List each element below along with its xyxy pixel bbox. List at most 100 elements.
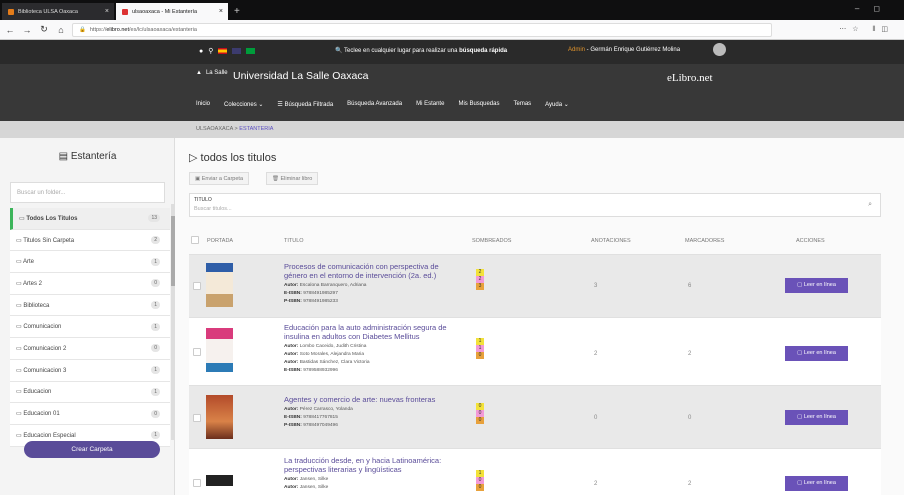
folder-item[interactable]: ▭ Comunicacion 2 0: [10, 338, 170, 360]
book-meta: Autor: Lombo Caceido, Judith Cristina Au…: [284, 343, 370, 375]
read-online-button[interactable]: ▢ Leer en línea: [785, 278, 848, 293]
hl-yellow: 2: [476, 269, 484, 276]
folder-item[interactable]: ▭ Comunicacion 1: [10, 316, 170, 339]
book-cover-image[interactable]: [206, 462, 233, 495]
title-filter[interactable]: TITULO Buscar titulos... ⌕: [189, 193, 881, 217]
book-meta: Autor: Pérez Carrasco, Yolanda E-ISBN: 9…: [284, 406, 353, 430]
menu-colecciones[interactable]: Colecciones ⌄: [224, 101, 263, 108]
folder-item[interactable]: ▭ Educacion 1: [10, 381, 170, 404]
quick-search-hint[interactable]: 🔍 Teclee en cualquier lugar para realiza…: [335, 47, 507, 54]
back-icon[interactable]: ←: [3, 25, 17, 35]
row-checkbox[interactable]: [193, 348, 201, 356]
book-meta: Autor: Jansen, Silke Autor: Jansen, Silk…: [284, 476, 328, 492]
read-online-button[interactable]: ▢ Leer en línea: [785, 410, 848, 425]
book-title[interactable]: Procesos de comunicación con perspectiva…: [284, 262, 464, 280]
book-title[interactable]: Agentes y comercio de arte: nuevas front…: [284, 395, 464, 404]
row-checkbox[interactable]: [193, 479, 201, 487]
row-checkbox[interactable]: [193, 414, 201, 422]
close-tab-icon[interactable]: ×: [105, 8, 109, 15]
flag-br-icon[interactable]: [246, 48, 256, 54]
folder-label-text: Todos Los Titulos: [26, 215, 78, 222]
book-author: Bastidas Sánchez, Clara Victoria: [299, 360, 370, 365]
header-icons: ● ⚲: [199, 47, 256, 55]
admin-user[interactable]: Admin - Germán Enrique Gutiérrez Molina: [568, 47, 680, 53]
send-icon: ▣: [195, 176, 202, 182]
filter-input[interactable]: Buscar titulos...: [194, 206, 232, 212]
lock-icon: 🔒: [79, 27, 86, 33]
highlight-counts: 2 2 3: [476, 269, 484, 290]
bookmarks-count: 6: [688, 283, 692, 289]
col-anotaciones: ANOTACIONES: [591, 238, 631, 244]
folder-label-text: Titulos Sin Carpeta: [23, 237, 75, 244]
read-online-button[interactable]: ▢ Leer en línea: [785, 476, 848, 491]
col-acciones: ACCIONES: [796, 238, 825, 244]
folder-item[interactable]: ▭ Titulos Sin Carpeta 2: [10, 229, 170, 252]
read-label: Leer en línea: [803, 350, 836, 356]
brand-logo[interactable]: eLibro.net: [667, 72, 713, 84]
menu-mis-busquedas[interactable]: Mis Busquedas: [458, 101, 499, 108]
url-bar[interactable]: 🔒 https://elibro.net/es/lc/ulsaoaxaca/es…: [72, 23, 772, 37]
folder-item[interactable]: ▭ Comunicacion 3 1: [10, 359, 170, 382]
book-title[interactable]: La traducción desde, en y hacia Latinoam…: [284, 456, 464, 474]
hl-yellow: 1: [476, 470, 484, 477]
avatar[interactable]: [713, 43, 726, 56]
browser-tab-active[interactable]: ulsaoaxaca - Mi Estantería ×: [116, 3, 228, 20]
reload-icon[interactable]: ↻: [37, 24, 51, 35]
forward-icon[interactable]: →: [20, 25, 34, 35]
book-cover-image[interactable]: [206, 263, 233, 307]
home-icon[interactable]: ⌂: [54, 25, 68, 35]
flag-es-icon[interactable]: [218, 48, 228, 54]
folder-label: ▭ Comunicacion 2: [16, 345, 66, 352]
folder-search-input[interactable]: Buscar un folder...: [10, 182, 165, 203]
folder-label: ▭ Educacion: [16, 388, 51, 395]
flag-us-icon[interactable]: [232, 48, 242, 54]
meta-label: Autor:: [284, 344, 299, 349]
admin-label: Admin: [568, 47, 586, 53]
folder-icon: ▭: [16, 259, 24, 266]
github-icon[interactable]: ●: [199, 48, 203, 55]
book-cover-image[interactable]: [206, 328, 233, 372]
book-author: Escalona Barranquero, Adriana: [299, 283, 367, 288]
send-to-folder-button[interactable]: ▣ Enviar a Carpeta: [189, 172, 250, 185]
folder-label: ▭ Todos Los Titulos: [19, 215, 77, 222]
select-all-checkbox[interactable]: [191, 236, 199, 244]
toolbar-icons[interactable]: ⋯☆ ⫴◫: [839, 25, 894, 34]
read-online-button[interactable]: ▢ Leer en línea: [785, 346, 848, 361]
book-title[interactable]: Educación para la auto administración se…: [284, 323, 464, 341]
link-icon[interactable]: ⚲: [208, 47, 213, 55]
menu-busqueda-filtrada[interactable]: ☰ Búsqueda Filtrada: [277, 101, 333, 108]
create-folder-button[interactable]: Crear Carpeta: [24, 441, 160, 458]
hl-pink: 1: [476, 345, 484, 352]
menu-ayuda[interactable]: Ayuda ⌄: [545, 101, 569, 108]
new-tab-icon[interactable]: +: [234, 3, 240, 20]
bookmarks-count: 2: [688, 351, 692, 357]
url-path: /es/lc/ulsaoaxaca/estanteria: [129, 27, 197, 33]
menu-busqueda-avanzada[interactable]: Búsqueda Avanzada: [347, 101, 402, 108]
table-header: PORTADA TITULO SOMBREADOS ANOTACIONES MA…: [189, 231, 881, 251]
search-icon[interactable]: ⌕: [868, 201, 872, 209]
menu-mi-estante[interactable]: Mi Estante: [416, 101, 444, 108]
folder-item[interactable]: ▭ Biblioteca 1: [10, 294, 170, 317]
page-title-text: todos los titulos: [200, 152, 277, 164]
folder-item[interactable]: ▭ Arte 1: [10, 251, 170, 274]
folder-label: ▭ Artes 2: [16, 280, 42, 287]
search-hint-bold: búsqueda rápida: [459, 48, 508, 54]
row-checkbox[interactable]: [193, 282, 201, 290]
delete-book-button[interactable]: 🗑 Eliminar libro: [266, 172, 319, 185]
breadcrumb-root[interactable]: ULSAOAXACA: [196, 126, 233, 132]
menu-inicio[interactable]: Inicio: [196, 101, 210, 108]
folder-count: 1: [151, 431, 160, 440]
window-controls[interactable]: –◻: [855, 4, 894, 13]
close-tab-icon[interactable]: ×: [219, 8, 223, 15]
folder-item-todos[interactable]: ▭ Todos Los Titulos 13: [10, 208, 170, 230]
folder-count: 0: [151, 279, 160, 288]
col-titulo: TITULO: [284, 238, 304, 244]
book-eisbn: 9789588932996: [303, 368, 338, 373]
folder-count: 1: [151, 257, 160, 266]
folder-item[interactable]: ▭ Educacion 01 0: [10, 403, 170, 425]
menu-temas[interactable]: Temas: [513, 101, 531, 108]
folder-item[interactable]: ▭ Artes 2 0: [10, 273, 170, 295]
book-cover-image[interactable]: [206, 395, 233, 439]
browser-tab[interactable]: Biblioteca ULSA Oaxaca ×: [2, 3, 114, 20]
book-author: Jansen, Silke: [299, 485, 329, 490]
